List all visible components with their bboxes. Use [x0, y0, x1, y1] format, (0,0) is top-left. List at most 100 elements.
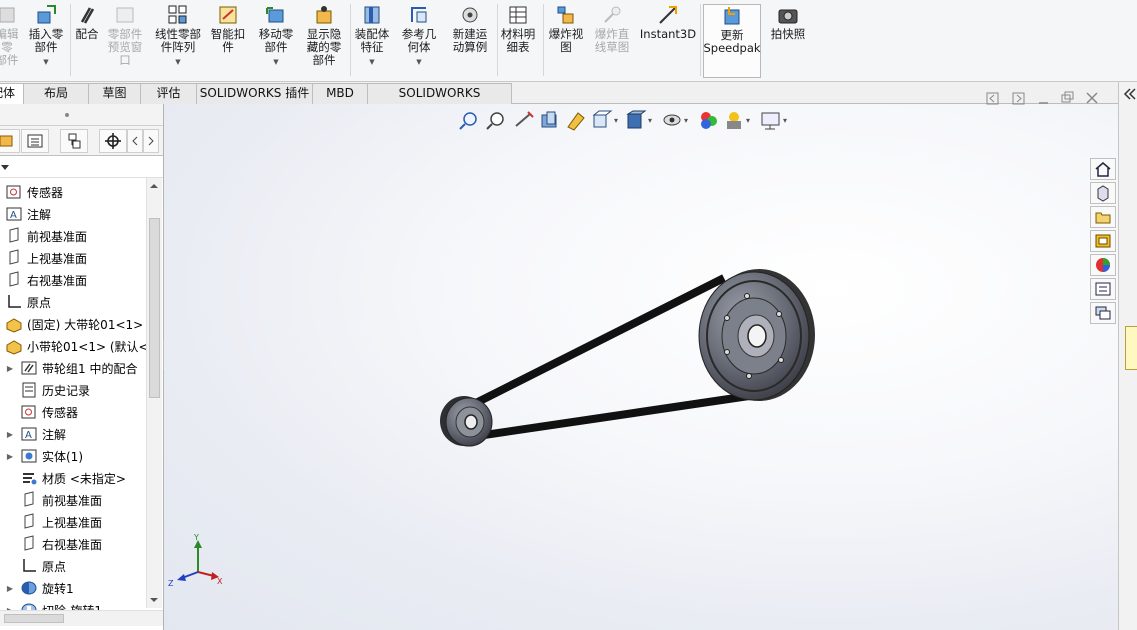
tab-assembly[interactable]: 装配体	[0, 83, 24, 104]
show-hidden-button[interactable]: 显示隐 藏的零 部件	[302, 4, 346, 78]
update-speedpak-label: 更新 Speedpak	[703, 28, 761, 55]
dropdown-arrow-icon[interactable]: ▼	[43, 56, 48, 69]
preview-window-icon	[114, 4, 136, 26]
move-part-icon	[265, 4, 287, 26]
tab-mbd[interactable]: MBD	[312, 83, 368, 104]
expand-arrow-icon[interactable]: ▶	[5, 364, 15, 373]
custom-properties-tab[interactable]	[1090, 278, 1116, 300]
triad-x-label: X	[217, 577, 223, 586]
tree-item-label: 原点	[42, 559, 67, 574]
forum-tab[interactable]	[1090, 302, 1116, 324]
dropdown-arrow-icon[interactable]: ▼	[175, 56, 180, 69]
new-motion-study-button[interactable]: 新建运 动算例	[447, 4, 493, 78]
tree-item[interactable]: 原点	[5, 555, 66, 577]
scrollbar-thumb[interactable]	[149, 218, 160, 398]
tree-item-label: 右视基准面	[27, 273, 88, 288]
origin-icon	[20, 557, 38, 575]
reference-triad: Y X Z	[168, 533, 223, 588]
tree-horizontal-scrollbar[interactable]	[0, 610, 163, 626]
exploded-view-button[interactable]: 爆炸视 图	[545, 4, 587, 78]
mates-icon	[20, 359, 38, 377]
expand-arrow-icon[interactable]: ▶	[5, 584, 15, 593]
tile-right-icon[interactable]	[1012, 92, 1025, 105]
insert-part-label: 插入零 部件	[28, 27, 64, 54]
tree-item[interactable]: ▶切除-旋转1	[5, 599, 102, 610]
new-motion-study-label: 新建运 动算例	[452, 27, 488, 54]
tab-evaluate[interactable]: 评估	[140, 83, 197, 104]
tab-inspection[interactable]: SOLIDWORKS Inspection	[367, 83, 512, 119]
expand-arrow-icon[interactable]: ▶	[5, 430, 15, 439]
snapshot-button[interactable]: 拍快照	[768, 4, 808, 78]
linear-pattern-button[interactable]: 线性零部 件阵列 ▼	[150, 4, 206, 78]
dropdown-arrow-icon[interactable]: ▼	[416, 56, 421, 69]
tab-layout[interactable]: 布局	[23, 83, 89, 104]
command-manager-ribbon: 编辑零 部件 插入零 部件 ▼ 配合 零部件 预览窗 口线性零部 件阵列 ▼ 智能扣 件移动…	[0, 0, 1137, 82]
file-explorer-tab[interactable]	[1090, 206, 1116, 228]
tree-item[interactable]: 右视基准面	[5, 533, 102, 555]
update-speedpak-button[interactable]: 更新 Speedpak	[703, 4, 761, 78]
view-palette-tab[interactable]	[1090, 230, 1116, 252]
tree-item[interactable]: 前视基准面	[0, 225, 87, 247]
tree-item[interactable]: (固定) 大带轮01<1> (默认<<默认>_显示状态 1>)	[0, 313, 146, 335]
appearances-tab[interactable]	[1090, 254, 1116, 276]
tree-item[interactable]: 原点	[0, 291, 51, 313]
tree-item[interactable]: 上视基准面	[5, 511, 102, 533]
plane-icon	[20, 491, 38, 509]
ribbon-separator	[700, 4, 701, 76]
tree-item[interactable]: ▶ 旋转1	[5, 577, 74, 599]
tree-item[interactable]: ▶ A 注解	[5, 423, 66, 445]
tree-item[interactable]: ▶ 带轮组1 中的配合	[5, 357, 137, 379]
scroll-up-icon[interactable]	[147, 180, 161, 192]
explode-line-button[interactable]: 爆炸直 线草图	[590, 4, 634, 78]
graphics-area[interactable]: ▾ ▾ ▾ ▾ ▾ Y X Z	[164, 91, 1118, 630]
tree-item[interactable]: 材质 <未指定>	[5, 467, 126, 489]
tree-item-label: 传感器	[42, 405, 79, 420]
tree-item[interactable]: 上视基准面	[0, 247, 87, 269]
scroll-down-icon[interactable]	[147, 594, 161, 606]
close-icon[interactable]	[1086, 92, 1098, 104]
task-pane-flyout[interactable]	[1125, 326, 1137, 370]
tree-item-label: 传感器	[27, 185, 64, 200]
dropdown-arrow-icon[interactable]: ▼	[369, 56, 374, 69]
small-pulley[interactable]	[440, 396, 493, 447]
double-chevron-icon[interactable]	[1120, 84, 1137, 104]
tree-item[interactable]: 历史记录	[5, 379, 90, 401]
preview-window-button[interactable]: 零部件 预览窗 口	[104, 4, 146, 78]
restore-icon[interactable]	[1061, 91, 1074, 103]
tree-vertical-scrollbar[interactable]	[146, 178, 162, 608]
reference-geometry-button[interactable]: 参考几 何体 ▼	[398, 4, 440, 78]
tree-item[interactable]: 传感器	[0, 181, 63, 203]
part-icon	[5, 315, 23, 333]
appearances-icon	[1096, 258, 1110, 272]
tree-item[interactable]: 前视基准面	[5, 489, 102, 511]
tree-item[interactable]: ▶ 实体(1)	[5, 445, 83, 467]
instant3d-button[interactable]: Instant3D	[640, 4, 696, 78]
mate-button[interactable]: 配合	[72, 4, 102, 78]
move-part-button[interactable]: 移动零 部件 ▼	[254, 4, 298, 78]
tree-item-label: 切除-旋转1	[42, 602, 102, 611]
linear-pattern-icon	[167, 4, 189, 26]
solidworks-resources-tab[interactable]	[1090, 158, 1116, 180]
smart-fastener-button[interactable]: 智能扣 件	[207, 4, 249, 78]
edit-part-button[interactable]: 编辑零 部件	[0, 4, 22, 78]
model-view	[440, 269, 815, 447]
hscroll-thumb[interactable]	[4, 614, 64, 623]
dropdown-arrow-icon[interactable]: ▼	[273, 56, 278, 69]
cut-revolve-icon	[20, 601, 38, 610]
bom-button[interactable]: 材料明 细表	[497, 4, 539, 78]
tree-item[interactable]: A 注解	[0, 203, 51, 225]
tree-item[interactable]: 传感器	[5, 401, 78, 423]
tab-sketch[interactable]: 草图	[88, 83, 141, 104]
insert-part-button[interactable]: 插入零 部件 ▼	[26, 4, 66, 78]
tree-item[interactable]: 小带轮01<1> (默认<<默认>_显示状态 1>)	[0, 335, 146, 357]
design-library-tab[interactable]	[1090, 182, 1116, 204]
tree-item-label: 右视基准面	[42, 537, 103, 552]
large-pulley[interactable]	[698, 269, 815, 401]
tab-addins[interactable]: SOLIDWORKS 插件	[196, 83, 313, 104]
assembly-feature-button[interactable]: 装配体 特征 ▼	[350, 4, 394, 78]
expand-arrow-icon[interactable]: ▶	[5, 452, 15, 461]
tile-left-icon[interactable]	[986, 92, 999, 105]
edit-part-label: 编辑零 部件	[0, 27, 19, 67]
tree-item[interactable]: 右视基准面	[0, 269, 87, 291]
triad-z-label: Z	[168, 579, 174, 588]
